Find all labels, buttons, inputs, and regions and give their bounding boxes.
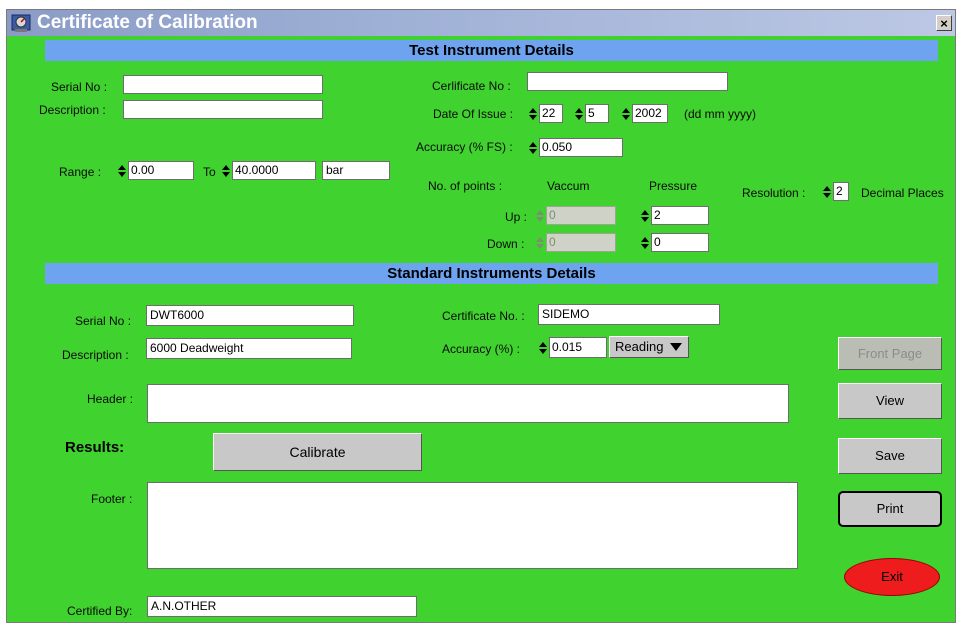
print-button[interactable]: Print <box>838 491 942 527</box>
pressure-column-label: Pressure <box>649 179 698 193</box>
date-format-hint: (dd mm yyyy) <box>684 107 756 121</box>
standard-description-label: Description : <box>62 348 129 362</box>
standard-instruments-header: Standard Instruments Details <box>45 263 938 284</box>
accuracy-mode-dropdown[interactable]: Reading <box>609 336 689 358</box>
spinner-arrows-icon[interactable] <box>575 106 583 122</box>
app-icon <box>11 14 31 32</box>
test-accuracy-label: Accuracy (% FS) : <box>416 140 513 154</box>
vaccum-column-label: Vaccum <box>547 179 590 193</box>
test-certificate-label: Cerlificate No : <box>432 79 511 93</box>
date-day-value[interactable]: 22 <box>539 104 563 123</box>
standard-accuracy-label: Accuracy (%) : <box>442 342 521 356</box>
window-title: Certificate of Calibration <box>37 12 258 33</box>
test-accuracy-value[interactable]: 0.050 <box>539 138 623 157</box>
accuracy-mode-value: Reading <box>615 339 664 354</box>
spinner-arrows-icon[interactable] <box>622 106 630 122</box>
standard-description-input[interactable]: 6000 Deadweight <box>146 338 352 359</box>
results-label: Results: <box>65 439 125 456</box>
calibrate-button[interactable]: Calibrate <box>213 433 422 471</box>
range-from-spinner[interactable]: 0.00 <box>118 161 194 180</box>
header-textarea[interactable] <box>147 384 789 423</box>
standard-serial-label: Serial No : <box>75 314 132 328</box>
pressure-down-spinner[interactable]: 0 <box>641 233 709 252</box>
calibration-window: Certificate of Calibration × Test Instru… <box>6 9 956 623</box>
standard-certificate-input[interactable]: SIDEMO <box>538 304 720 325</box>
vaccum-up-value: 0 <box>546 206 616 225</box>
vaccum-up-spinner: 0 <box>536 206 616 225</box>
date-day-spinner[interactable]: 22 <box>529 104 563 123</box>
date-year-value[interactable]: 2002 <box>632 104 668 123</box>
range-to-spinner[interactable]: 40.0000 <box>222 161 316 180</box>
close-icon[interactable]: × <box>936 15 952 31</box>
range-to-value[interactable]: 40.0000 <box>232 161 316 180</box>
standard-accuracy-spinner[interactable]: 0.015 <box>539 337 607 358</box>
certified-by-input[interactable]: A.N.OTHER <box>147 596 417 617</box>
range-unit-input[interactable]: bar <box>322 161 390 180</box>
vaccum-down-value: 0 <box>546 233 616 252</box>
range-to-label: To <box>203 165 216 179</box>
down-label: Down : <box>487 237 525 251</box>
title-bar[interactable]: Certificate of Calibration × <box>7 10 955 36</box>
vaccum-down-spinner: 0 <box>536 233 616 252</box>
resolution-label: Resolution : <box>742 186 806 200</box>
spinner-arrows-icon[interactable] <box>222 163 230 179</box>
points-label: No. of points : <box>428 179 503 193</box>
standard-serial-input[interactable]: DWT6000 <box>146 305 354 326</box>
test-description-input[interactable] <box>123 100 323 119</box>
footer-label: Footer : <box>91 492 133 506</box>
header-label: Header : <box>87 392 134 406</box>
spinner-arrows-icon[interactable] <box>529 106 537 122</box>
resolution-unit-label: Decimal Places <box>861 186 944 200</box>
pressure-up-spinner[interactable]: 2 <box>641 206 709 225</box>
date-of-issue-label: Date Of Issue : <box>433 107 514 121</box>
pressure-up-value[interactable]: 2 <box>651 206 709 225</box>
resolution-spinner[interactable]: 2 <box>823 182 849 201</box>
exit-button[interactable]: Exit <box>844 558 940 596</box>
spinner-arrows-icon <box>536 235 544 251</box>
spinner-arrows-icon[interactable] <box>641 208 649 224</box>
range-from-value[interactable]: 0.00 <box>128 161 194 180</box>
date-year-spinner[interactable]: 2002 <box>622 104 668 123</box>
up-label: Up : <box>505 210 528 224</box>
range-label: Range : <box>59 165 102 179</box>
spinner-arrows-icon[interactable] <box>823 184 831 200</box>
save-button[interactable]: Save <box>838 438 942 474</box>
view-button[interactable]: View <box>838 383 942 419</box>
spinner-arrows-icon[interactable] <box>641 235 649 251</box>
spinner-arrows-icon <box>536 208 544 224</box>
standard-certificate-label: Certificate No. : <box>442 309 525 323</box>
front-page-button: Front Page <box>838 337 942 370</box>
date-month-value[interactable]: 5 <box>585 104 609 123</box>
test-serial-label: Serial No : <box>51 80 108 94</box>
spinner-arrows-icon[interactable] <box>529 140 537 156</box>
standard-accuracy-value[interactable]: 0.015 <box>549 337 607 358</box>
dropdown-arrow-icon <box>670 343 682 351</box>
spinner-arrows-icon[interactable] <box>539 340 547 356</box>
pressure-down-value[interactable]: 0 <box>651 233 709 252</box>
test-description-label: Description : <box>39 103 106 117</box>
footer-textarea[interactable] <box>147 482 798 569</box>
test-instrument-header: Test Instrument Details <box>45 40 938 61</box>
date-month-spinner[interactable]: 5 <box>575 104 609 123</box>
spinner-arrows-icon[interactable] <box>118 163 126 179</box>
test-accuracy-spinner[interactable]: 0.050 <box>529 138 623 157</box>
resolution-value[interactable]: 2 <box>833 182 849 201</box>
certified-by-label: Certified By: <box>67 604 133 618</box>
test-serial-input[interactable] <box>123 75 323 94</box>
test-certificate-input[interactable] <box>527 72 728 91</box>
